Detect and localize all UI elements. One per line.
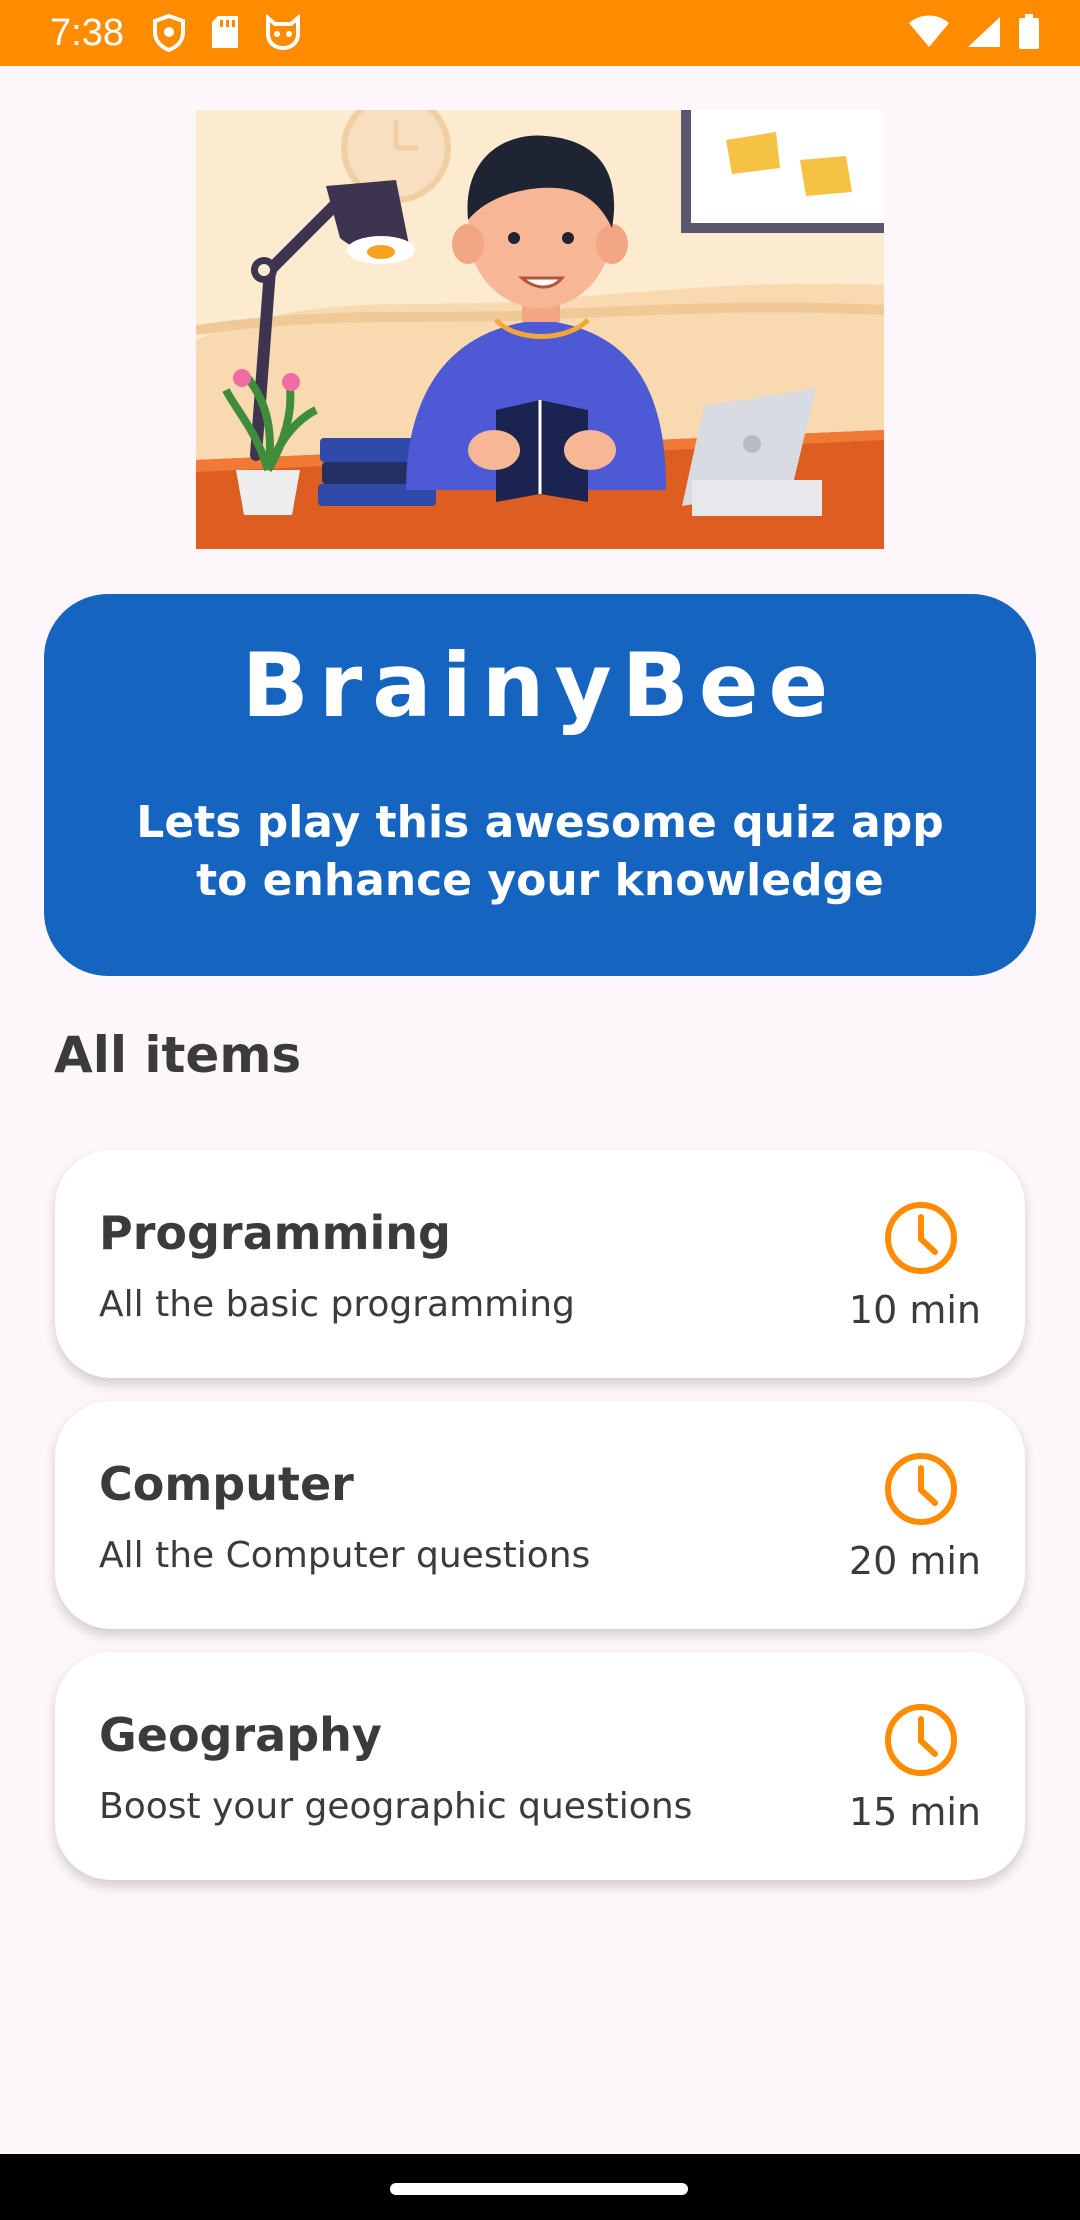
battery-icon — [1018, 14, 1040, 50]
quiz-card-computer[interactable]: Computer All the Computer questions 20 m… — [55, 1401, 1025, 1629]
home-gesture-handle[interactable] — [390, 2183, 688, 2195]
student-studying-illustration — [196, 110, 884, 549]
quiz-card-description: Boost your geographic questions — [99, 1786, 693, 1827]
app-title: BrainyBee — [241, 634, 839, 737]
quiz-card-geography[interactable]: Geography Boost your geographic question… — [55, 1652, 1025, 1880]
quiz-card-duration: 15 min — [848, 1790, 981, 1834]
system-nav-bar — [0, 2154, 1080, 2220]
clock-icon — [883, 1702, 959, 1778]
shield-icon — [152, 14, 186, 52]
sd-card-icon — [210, 14, 240, 52]
welcome-banner: BrainyBee Lets play this awesome quiz ap… — [44, 594, 1036, 976]
status-icons-left — [152, 14, 302, 52]
status-icons-right — [908, 14, 1040, 50]
app-subtitle: Lets play this awesome quiz app to enhan… — [136, 797, 944, 906]
cellular-signal-icon — [966, 15, 1002, 49]
quiz-card-description: All the Computer questions — [99, 1535, 591, 1576]
clock-icon — [883, 1451, 959, 1527]
quiz-card-title: Programming — [99, 1206, 451, 1260]
cat-face-icon — [264, 14, 302, 52]
clock-icon — [883, 1200, 959, 1276]
quiz-card-title: Computer — [99, 1457, 354, 1511]
wifi-icon — [908, 15, 950, 49]
quiz-card-duration: 10 min — [848, 1288, 981, 1332]
status-bar: 7:38 — [0, 0, 1080, 66]
status-time: 7:38 — [50, 12, 124, 54]
quiz-card-programming[interactable]: Programming All the basic programming 10… — [55, 1150, 1025, 1378]
hero-illustration — [196, 110, 884, 549]
quiz-card-description: All the basic programming — [99, 1284, 575, 1325]
quiz-card-title: Geography — [99, 1708, 382, 1762]
section-title: All items — [54, 1026, 302, 1084]
quiz-card-duration: 20 min — [848, 1539, 981, 1583]
